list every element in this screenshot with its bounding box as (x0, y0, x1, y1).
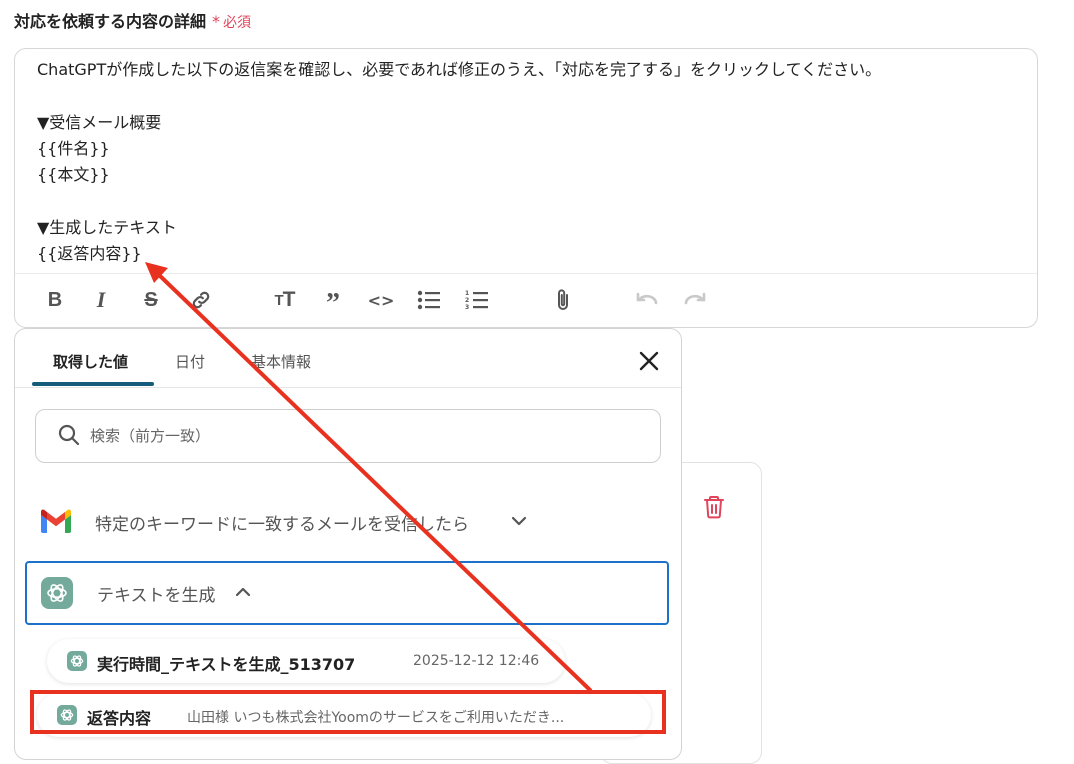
annotation-arrow (145, 262, 592, 692)
